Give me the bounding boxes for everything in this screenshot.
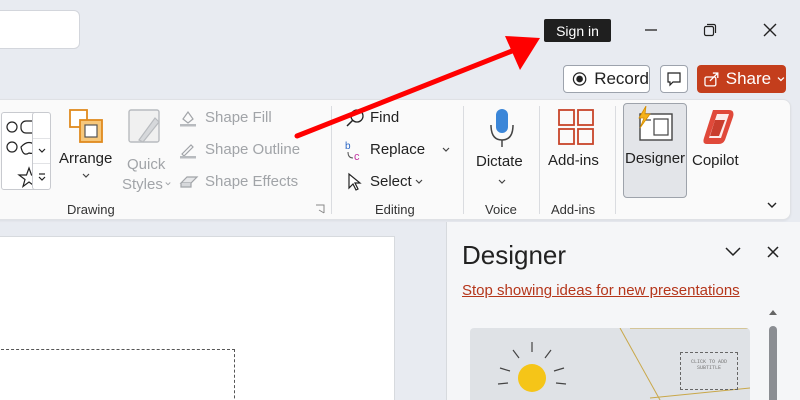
designer-pane: Designer Stop showing ideas for new pres…	[446, 222, 800, 400]
shape-effects-icon	[179, 176, 199, 188]
thumbnail-subtitle-box: CLICK TO ADD SUBTITLE	[680, 352, 738, 390]
shape-outline-icon	[180, 144, 196, 159]
shape-outline-button[interactable]: Shape Outline	[179, 140, 319, 162]
chevron-down-icon	[165, 182, 171, 186]
share-label: Share	[725, 69, 772, 88]
add-ins-icon	[558, 109, 594, 145]
scroll-up-icon[interactable]	[768, 308, 778, 316]
find-label: Find	[370, 109, 400, 126]
chevron-down-icon	[777, 77, 785, 82]
group-label-voice: Voice	[485, 202, 517, 217]
microphone-icon	[490, 109, 514, 147]
chevron-down-icon	[82, 173, 90, 178]
quick-styles-button[interactable]: Quick Styles	[117, 106, 173, 193]
svg-text:b: b	[345, 141, 351, 152]
minimize-icon	[645, 29, 657, 31]
find-button[interactable]: Find	[345, 108, 435, 130]
chevron-down-icon	[442, 147, 450, 152]
group-label-add-ins: Add-ins	[551, 202, 596, 217]
pane-close-icon[interactable]	[765, 244, 781, 260]
dictate-button[interactable]: Dictate	[473, 106, 531, 194]
shapes-gallery-scroll[interactable]	[32, 112, 51, 190]
group-label-drawing: Drawing	[67, 202, 115, 217]
arrange-icon	[69, 109, 103, 143]
copilot-label: Copilot	[692, 152, 739, 169]
shape-fill-label: Shape Fill	[205, 109, 272, 126]
scroll-thumb[interactable]	[769, 326, 777, 400]
dictate-label: Dictate	[476, 153, 523, 170]
group-separator	[615, 106, 616, 214]
arrange-label: Arrange	[59, 150, 113, 167]
pane-title: Designer	[462, 240, 567, 270]
stop-showing-ideas-link[interactable]: Stop showing ideas for new presentations	[462, 282, 740, 299]
ribbon-collapse-icon[interactable]	[766, 200, 778, 210]
minimize-button[interactable]	[633, 14, 669, 46]
search-box[interactable]	[0, 10, 80, 49]
group-separator	[539, 106, 540, 214]
find-icon	[346, 109, 364, 127]
dialog-launcher-icon[interactable]	[315, 204, 325, 214]
sign-in-badge[interactable]: Sign in	[544, 19, 611, 42]
design-idea-thumbnail[interactable]: CLICK TO ADD SUBTITLE	[470, 328, 750, 400]
chevron-down-icon	[498, 179, 506, 184]
shape-effects-label: Shape Effects	[205, 173, 299, 190]
shape-fill-button[interactable]: Shape Fill	[179, 108, 319, 130]
select-icon	[348, 172, 362, 191]
quick-styles-label-1: Quick	[127, 156, 166, 173]
quick-styles-icon	[128, 109, 160, 143]
add-ins-button[interactable]: Add-ins	[547, 106, 611, 186]
replace-button[interactable]: bc Replace	[345, 140, 455, 162]
select-label: Select	[370, 173, 412, 190]
gallery-more-icon[interactable]	[33, 139, 50, 165]
designer-button[interactable]: Designer	[623, 103, 687, 198]
replace-icon: bc	[345, 141, 360, 162]
record-button[interactable]: Record	[563, 65, 650, 93]
record-icon	[572, 72, 587, 86]
quick-styles-label-2: Styles	[122, 176, 163, 193]
designer-icon	[638, 106, 673, 141]
text-placeholder[interactable]	[0, 349, 235, 400]
restore-button[interactable]	[692, 14, 728, 46]
shape-fill-icon	[180, 110, 196, 127]
shape-outline-label: Shape Outline	[205, 141, 301, 158]
group-label-editing: Editing	[375, 202, 415, 217]
pane-scrollbar[interactable]	[767, 308, 779, 400]
designer-label: Designer	[625, 150, 686, 167]
copilot-button[interactable]: Copilot	[691, 106, 747, 186]
svg-text:c: c	[354, 151, 360, 162]
add-ins-label: Add-ins	[548, 152, 599, 169]
chevron-down-icon	[415, 179, 423, 184]
group-separator	[331, 106, 332, 214]
record-label: Record	[594, 69, 649, 88]
slide-canvas[interactable]	[0, 236, 395, 400]
replace-label: Replace	[370, 141, 426, 158]
copilot-icon	[703, 110, 734, 144]
ribbon: Arrange Quick Styles Shape Fill Shape Ou…	[0, 99, 791, 220]
pane-options-icon[interactable]	[723, 244, 743, 258]
shape-effects-button[interactable]: Shape Effects	[179, 172, 319, 194]
comment-icon	[667, 72, 681, 87]
share-icon	[704, 72, 719, 87]
comments-button[interactable]	[660, 65, 688, 93]
share-button[interactable]: Share	[697, 65, 786, 93]
gallery-expand-icon[interactable]	[33, 164, 50, 189]
group-separator	[463, 106, 464, 214]
select-button[interactable]: Select	[345, 172, 435, 194]
maximize-icon	[703, 23, 717, 37]
close-icon	[763, 23, 777, 37]
close-window-button[interactable]	[752, 14, 788, 46]
arrange-button[interactable]: Arrange	[57, 106, 117, 186]
